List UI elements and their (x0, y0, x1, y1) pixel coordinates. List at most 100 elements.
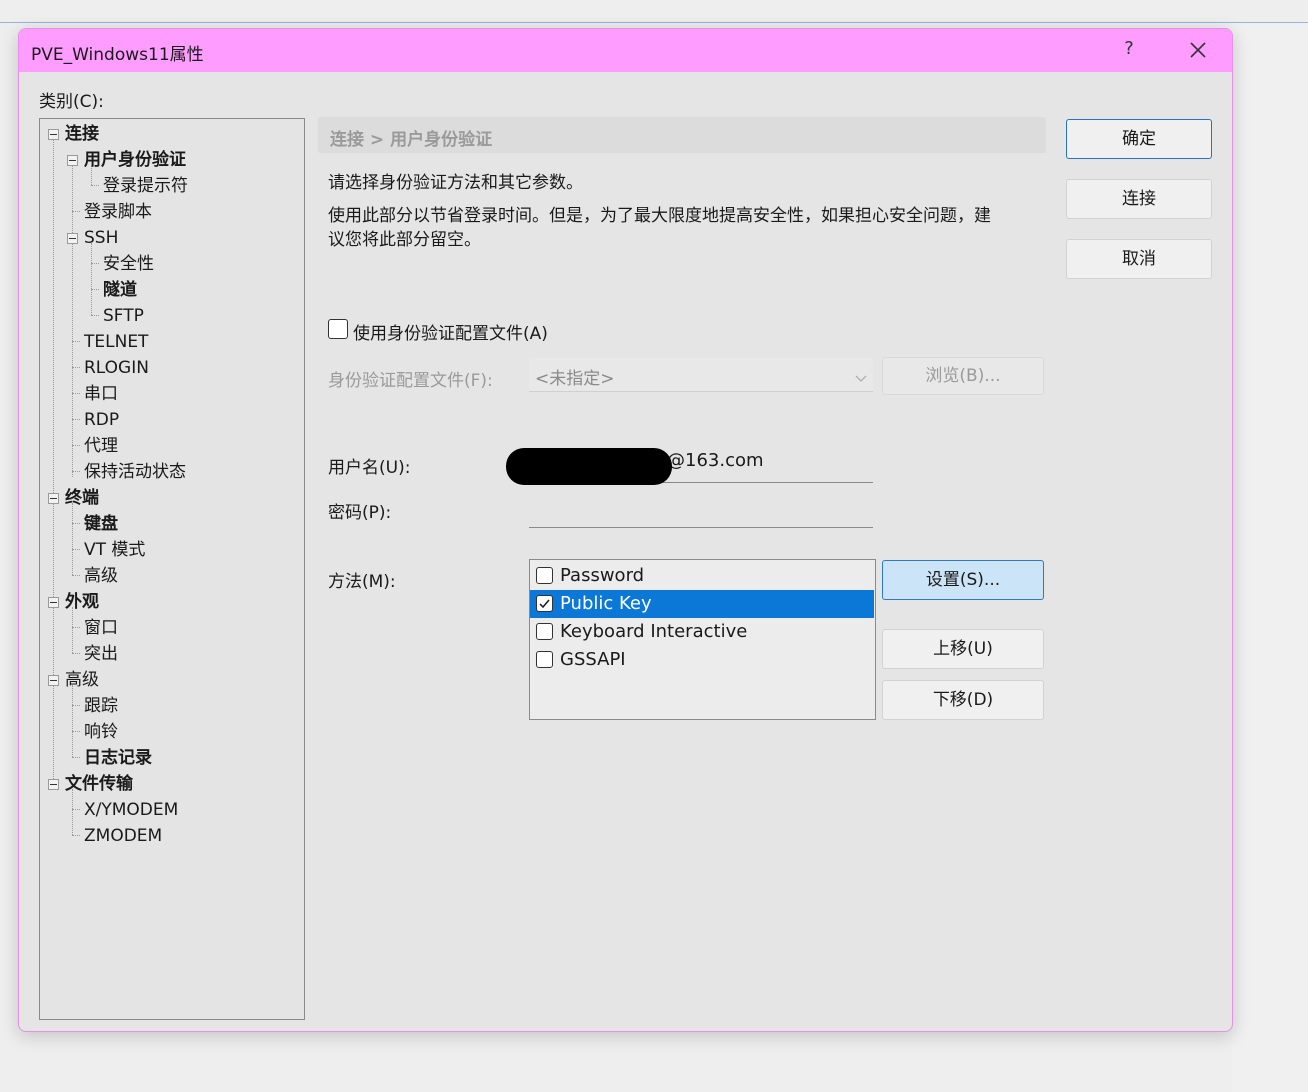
method-item-gssapi[interactable]: GSSAPI (530, 646, 874, 674)
cancel-button[interactable]: 取消 (1066, 239, 1212, 279)
tree-line (91, 185, 99, 186)
tree-line (72, 731, 80, 732)
description-line-3: 议您将此部分留空。 (328, 230, 481, 250)
method-name: Public Key (560, 593, 652, 614)
tree-item-serial[interactable]: 串口 (84, 383, 118, 405)
collapse-toggle-icon[interactable] (67, 233, 78, 244)
tree-item-terminal-advanced[interactable]: 高级 (84, 565, 118, 587)
method-list[interactable]: Password Public Key Keyboard Interactive… (529, 559, 876, 720)
tree-item-xymodem[interactable]: X/YMODEM (84, 799, 178, 821)
tree-item-appearance[interactable]: 外观 (65, 591, 99, 613)
tree-line (72, 393, 80, 394)
method-item-keyboard-interactive[interactable]: Keyboard Interactive (530, 618, 874, 646)
tree-item-ssh[interactable]: SSH (84, 227, 118, 249)
tree-line (72, 575, 80, 576)
tree-line (72, 367, 80, 368)
username-value: @163.com (667, 450, 764, 471)
tree-item-login-script[interactable]: 登录脚本 (84, 201, 152, 223)
breadcrumb-text: 连接 > 用户身份验证 (330, 130, 493, 150)
method-label: 方法(M): (328, 572, 396, 592)
close-button[interactable] (1183, 37, 1213, 63)
method-item-password[interactable]: Password (530, 562, 874, 590)
tree-item-bell[interactable]: 响铃 (84, 721, 118, 743)
window-title: PVE_Windows11属性 (31, 45, 204, 65)
collapse-toggle-icon[interactable] (48, 779, 59, 790)
tree-line (72, 705, 80, 706)
tree-line (91, 289, 99, 290)
tree-item-rdp[interactable]: RDP (84, 409, 119, 431)
tree-item-file-transfer[interactable]: 文件传输 (65, 773, 133, 795)
tree-item-advanced[interactable]: 高级 (65, 669, 99, 691)
settings-button[interactable]: 设置(S)... (882, 560, 1044, 600)
tree-line (72, 523, 80, 524)
tree-item-window[interactable]: 窗口 (84, 617, 118, 639)
tree-item-rlogin[interactable]: RLOGIN (84, 357, 149, 379)
category-tree[interactable]: 连接 用户身份验证 登录提示符 登录脚本 SSH 安全性 隧道 SFTP TEL… (39, 118, 305, 1020)
tree-line (91, 243, 92, 315)
tree-item-connection[interactable]: 连接 (65, 123, 99, 145)
tree-line (72, 835, 80, 836)
tree-item-telnet[interactable]: TELNET (84, 331, 148, 353)
method-item-public-key[interactable]: Public Key (530, 590, 874, 618)
method-checkbox[interactable] (536, 567, 553, 584)
tree-item-logging[interactable]: 日志记录 (84, 747, 152, 769)
background-window-area (1232, 23, 1308, 1092)
password-field[interactable] (529, 490, 873, 528)
title-bar: PVE_Windows11属性 ? (19, 29, 1232, 72)
tree-line (72, 341, 80, 342)
tree-item-keyboard[interactable]: 键盘 (84, 513, 118, 535)
tree-line (72, 757, 80, 758)
method-checkbox-checked[interactable] (536, 595, 553, 612)
chevron-down-icon (855, 368, 867, 387)
profile-file-value: <未指定> (535, 369, 615, 389)
use-profile-label: 使用身份验证配置文件(A) (353, 324, 548, 344)
tree-line (72, 549, 80, 550)
tree-line (72, 789, 73, 835)
redaction-mark (506, 448, 672, 485)
tree-item-terminal[interactable]: 终端 (65, 487, 99, 509)
tree-line (72, 685, 73, 757)
move-down-button[interactable]: 下移(D) (882, 680, 1044, 720)
tree-line (72, 211, 80, 212)
ok-button[interactable]: 确定 (1066, 119, 1212, 159)
move-up-button[interactable]: 上移(U) (882, 629, 1044, 669)
collapse-toggle-icon[interactable] (48, 597, 59, 608)
username-label: 用户名(U): (328, 458, 411, 478)
tree-item-tunnel[interactable]: 隧道 (103, 279, 137, 301)
method-name: Keyboard Interactive (560, 621, 748, 642)
tree-item-zmodem[interactable]: ZMODEM (84, 825, 162, 847)
tree-item-user-auth[interactable]: 用户身份验证 (84, 149, 186, 171)
tree-item-sftp[interactable]: SFTP (103, 305, 144, 327)
profile-file-label: 身份验证配置文件(F): (328, 371, 493, 391)
collapse-toggle-icon[interactable] (67, 155, 78, 166)
method-name: Password (560, 565, 645, 586)
password-label: 密码(P): (328, 503, 392, 523)
connect-button[interactable]: 连接 (1066, 179, 1212, 219)
browse-button[interactable]: 浏览(B)... (882, 357, 1044, 395)
tree-line (72, 503, 73, 575)
collapse-toggle-icon[interactable] (48, 493, 59, 504)
tree-item-login-prompts[interactable]: 登录提示符 (103, 175, 188, 197)
help-button[interactable]: ? (1117, 38, 1141, 59)
collapse-toggle-icon[interactable] (48, 129, 59, 140)
profile-file-select[interactable]: <未指定> (529, 358, 873, 392)
use-profile-checkbox[interactable] (328, 319, 348, 339)
tree-item-proxy[interactable]: 代理 (84, 435, 118, 457)
method-checkbox[interactable] (536, 651, 553, 668)
tree-line (91, 315, 99, 316)
tree-item-vt-mode[interactable]: VT 模式 (84, 539, 145, 561)
collapse-toggle-icon[interactable] (48, 675, 59, 686)
tree-item-security[interactable]: 安全性 (103, 253, 154, 275)
close-icon (1190, 42, 1206, 58)
tree-item-highlight[interactable]: 突出 (84, 643, 118, 665)
description-line-2: 使用此部分以节省登录时间。但是，为了最大限度地提高安全性，如果担心安全问题，建 (328, 206, 991, 226)
tree-line (72, 653, 80, 654)
method-checkbox[interactable] (536, 623, 553, 640)
tree-line (72, 445, 80, 446)
background-divider-line (0, 22, 1308, 23)
tree-item-trace[interactable]: 跟踪 (84, 695, 118, 717)
description-line-1: 请选择身份验证方法和其它参数。 (328, 173, 583, 193)
breadcrumb: 连接 > 用户身份验证 (318, 117, 1046, 153)
tree-item-keepalive[interactable]: 保持活动状态 (84, 461, 186, 483)
tree-line (72, 471, 80, 472)
